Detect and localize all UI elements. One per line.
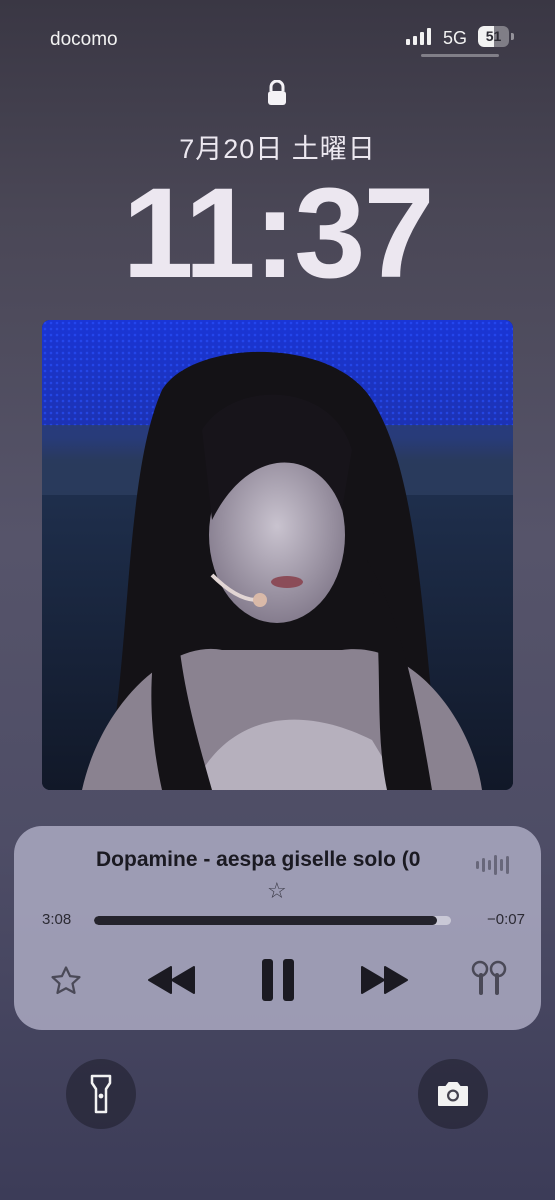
album-artwork — [42, 320, 513, 790]
flashlight-button[interactable] — [66, 1059, 136, 1129]
next-track-button[interactable] — [356, 958, 412, 1002]
audio-output-button[interactable] — [468, 958, 510, 1002]
carrier-name: docomo — [50, 29, 118, 50]
favorite-button[interactable] — [46, 961, 86, 1001]
flashlight-icon — [90, 1074, 112, 1114]
previous-track-button[interactable] — [144, 958, 200, 1002]
camera-icon — [438, 1082, 468, 1106]
playback-scrubber[interactable] — [94, 916, 451, 925]
track-title[interactable]: Dopamine - aespa giselle solo (0 — [96, 848, 458, 872]
signal-strength-icon — [406, 28, 431, 45]
airpods-icon — [471, 960, 507, 995]
camera-button[interactable] — [418, 1059, 488, 1129]
lock-screen-date: 7月20日 土曜日 — [179, 134, 376, 164]
network-type: 5G — [443, 28, 468, 48]
battery-percent: 51 — [485, 28, 502, 44]
fast-forward-icon — [361, 966, 408, 994]
star-icon — [51, 966, 81, 995]
pause-button[interactable] — [256, 952, 300, 1008]
lock-icon — [266, 79, 288, 106]
now-playing-widget[interactable]: Dopamine - aespa giselle solo (0 ☆ 3:08 … — [14, 826, 541, 1030]
title-favorite-star-icon[interactable]: ☆ — [267, 878, 287, 904]
lock-screen-clock: 11:37 — [122, 162, 434, 305]
control-center-indicator[interactable] — [421, 54, 499, 57]
audio-waveform-icon — [476, 854, 509, 876]
rewind-icon — [148, 966, 195, 994]
battery-icon: 51 — [478, 26, 515, 47]
remaining-time: −0:07 — [487, 911, 525, 928]
status-bar: docomo 5G 51 — [0, 0, 555, 70]
pause-icon — [262, 959, 294, 1001]
elapsed-time: 3:08 — [42, 911, 72, 928]
playback-progress — [94, 916, 437, 925]
